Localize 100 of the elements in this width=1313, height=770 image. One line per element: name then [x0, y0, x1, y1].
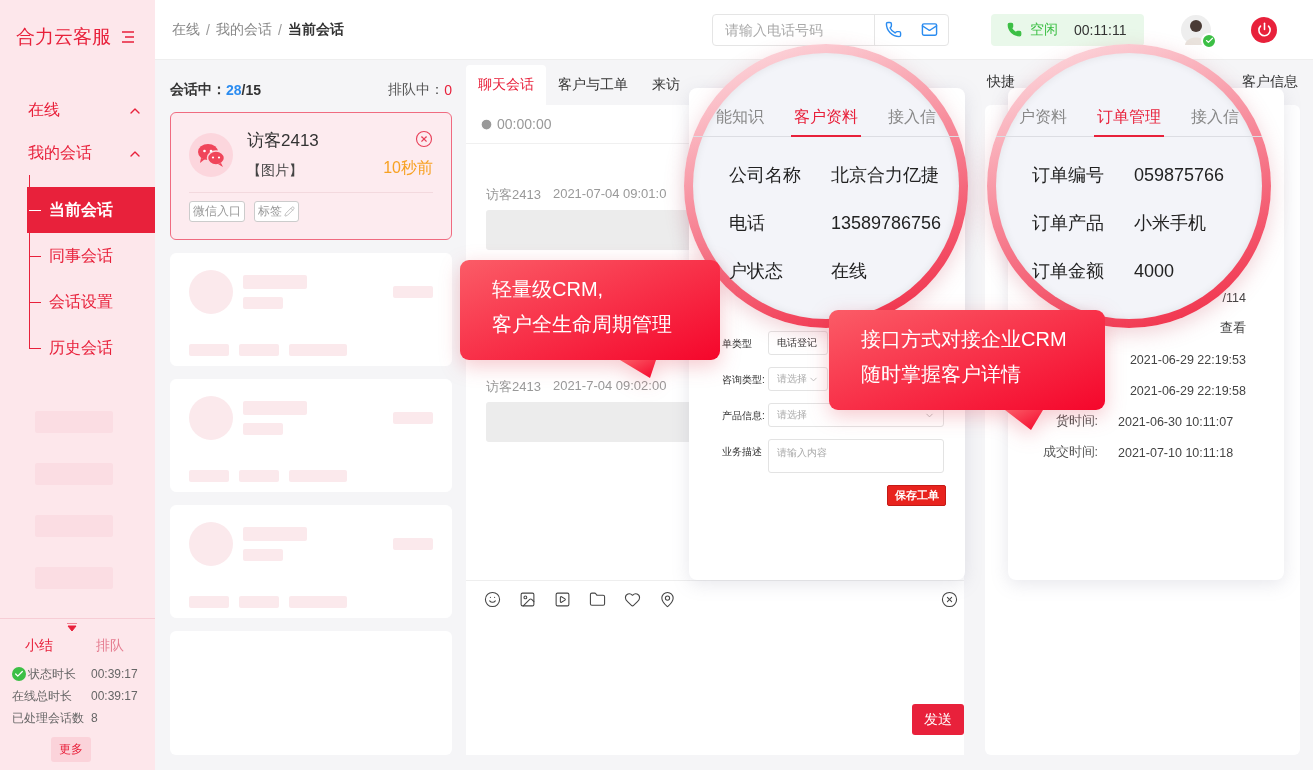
nav-group[interactable]: 在线: [28, 100, 60, 121]
stat-value: 00:39:17: [91, 689, 139, 703]
close-icon[interactable]: [941, 591, 958, 608]
pencil-icon: [284, 206, 295, 217]
info-label: 电话: [729, 212, 765, 235]
power-button[interactable]: [1251, 16, 1277, 43]
select-field[interactable]: 请选择: [768, 367, 828, 391]
tag[interactable]: 标签: [254, 201, 299, 222]
heart-icon[interactable]: [624, 591, 641, 608]
info-label: 订单编号: [1032, 164, 1104, 187]
message-sender: 访客2413: [486, 378, 541, 396]
location-icon[interactable]: [659, 591, 676, 608]
info-value: 059875766: [1134, 164, 1225, 186]
tooltip-text: 客户全生命周期管理: [492, 312, 673, 337]
info-value: 4000: [1134, 260, 1175, 282]
order-value: 2021-06-29 22:19:53: [1128, 352, 1246, 367]
session-capacity: /15: [241, 81, 262, 98]
panel-title: 客户信息: [1242, 73, 1298, 91]
image-icon[interactable]: [519, 591, 536, 608]
order-value: /114: [1221, 290, 1246, 305]
status-label: 空闲: [1030, 20, 1058, 39]
breadcrumb-separator: /: [277, 21, 282, 38]
chat-tab[interactable]: 客户与工单: [546, 65, 640, 105]
save-button[interactable]: 保存工单: [887, 485, 946, 506]
clock-icon: [480, 117, 493, 131]
power-icon: [1256, 22, 1272, 37]
collapse-icon[interactable]: [66, 623, 77, 631]
message-input[interactable]: 发送: [466, 618, 964, 755]
in-session-label: 会话中：: [170, 80, 226, 99]
nav-item[interactable]: 同事会话: [27, 233, 155, 279]
nav-item[interactable]: 会话设置: [27, 279, 155, 325]
info-value: 小米手机: [1134, 212, 1206, 235]
queue-label: 排队中：: [388, 80, 445, 99]
visitor-name: 访客2413: [247, 130, 320, 152]
field-label: 业务描述: [722, 445, 763, 459]
breadcrumb-separator: /: [206, 21, 210, 38]
breadcrumb-item[interactable]: 在线: [172, 20, 200, 39]
info-tab[interactable]: 订单管理: [1094, 103, 1164, 137]
nav-item[interactable]: 历史会话: [27, 325, 155, 371]
info-tab[interactable]: 客户资料: [791, 103, 861, 137]
order-label: 成交时间:: [1041, 444, 1098, 461]
chat-timer: 00:00:00: [497, 116, 552, 132]
order-value: 查看: [1219, 320, 1246, 337]
order-value: 2021-07-10 10:11:18: [1118, 445, 1235, 460]
tooltip-text: 随时掌握客户详情: [861, 362, 1022, 387]
info-value: 在线: [831, 260, 867, 283]
info-tab[interactable]: 接入信: [1188, 103, 1242, 137]
smiley-icon[interactable]: [484, 591, 501, 608]
in-session-count: 28: [226, 81, 242, 98]
chat-tab[interactable]: 聊天会话: [466, 65, 546, 105]
message-sender: 访客2413: [486, 186, 541, 204]
info-value: 北京合力亿捷: [831, 164, 939, 187]
online-badge: [1201, 32, 1217, 49]
message-time: 10秒前: [383, 158, 433, 178]
summary-tab[interactable]: 排队: [95, 637, 124, 655]
session-card[interactable]: 访客2413 【图片】 10秒前 微信入口 标签: [170, 112, 452, 240]
message-time: 2021-7-04 09:02:00: [552, 378, 667, 395]
summary-tab[interactable]: 小结: [25, 637, 54, 655]
info-label: 户状态: [729, 260, 783, 283]
app-logo: 合力云客服: [16, 25, 111, 49]
info-tab[interactable]: 能知识: [713, 103, 767, 137]
order-value: 2021-06-29 22:19:58: [1128, 383, 1246, 398]
field-label: 产品信息:: [722, 409, 766, 423]
input-field[interactable]: 电话登记: [768, 331, 828, 355]
order-value: 2021-06-30 10:11:07: [1118, 414, 1235, 429]
video-icon[interactable]: [554, 591, 571, 608]
textarea-field[interactable]: 请输入内容: [768, 439, 944, 473]
send-button[interactable]: 发送: [912, 704, 964, 735]
phone-field[interactable]: 请输入电话号码: [712, 13, 949, 46]
tooltip-text: 轻量级CRM,: [492, 277, 605, 302]
info-label: 订单金额: [1032, 260, 1104, 283]
last-message: 【图片】: [247, 162, 304, 180]
phone-icon: [1007, 22, 1022, 37]
more-button[interactable]: 更多: [50, 737, 91, 762]
tooltip-text: 接口方式对接企业CRM: [861, 327, 1068, 352]
breadcrumb-item[interactable]: 当前会话: [287, 20, 344, 39]
message-time: 2021-07-04 09:01:0: [552, 186, 667, 203]
tag[interactable]: 微信入口: [189, 201, 245, 222]
menu-icon[interactable]: [121, 31, 135, 43]
field-label: 单类型: [722, 337, 753, 351]
queue-count: 0: [444, 81, 452, 98]
stat-value: 8: [91, 711, 99, 725]
chat-tab[interactable]: 来访: [640, 65, 684, 105]
status-pill[interactable]: 空闲 00:11:11: [991, 13, 1144, 46]
stat-label: 状态时长: [28, 665, 76, 683]
folder-icon[interactable]: [589, 591, 606, 608]
wechat-icon: [197, 142, 225, 167]
order-label: 货时间:: [1054, 413, 1098, 430]
breadcrumb-item[interactable]: 我的会话: [215, 20, 272, 39]
stat-label: 在线总时长: [12, 687, 72, 705]
info-tab[interactable]: 户资料: [1016, 103, 1070, 137]
info-label: 公司名称: [729, 164, 801, 187]
field-label: 咨询类型:: [722, 373, 766, 387]
panel-title: 快捷: [987, 73, 1015, 91]
nav-item[interactable]: 当前会话: [27, 187, 155, 233]
info-value: 13589786756: [831, 212, 942, 234]
info-tab[interactable]: 接入信: [885, 103, 939, 137]
status-timer: 00:11:11: [1074, 21, 1127, 38]
nav-group[interactable]: 我的会话: [28, 143, 92, 164]
info-label: 订单产品: [1032, 212, 1104, 235]
